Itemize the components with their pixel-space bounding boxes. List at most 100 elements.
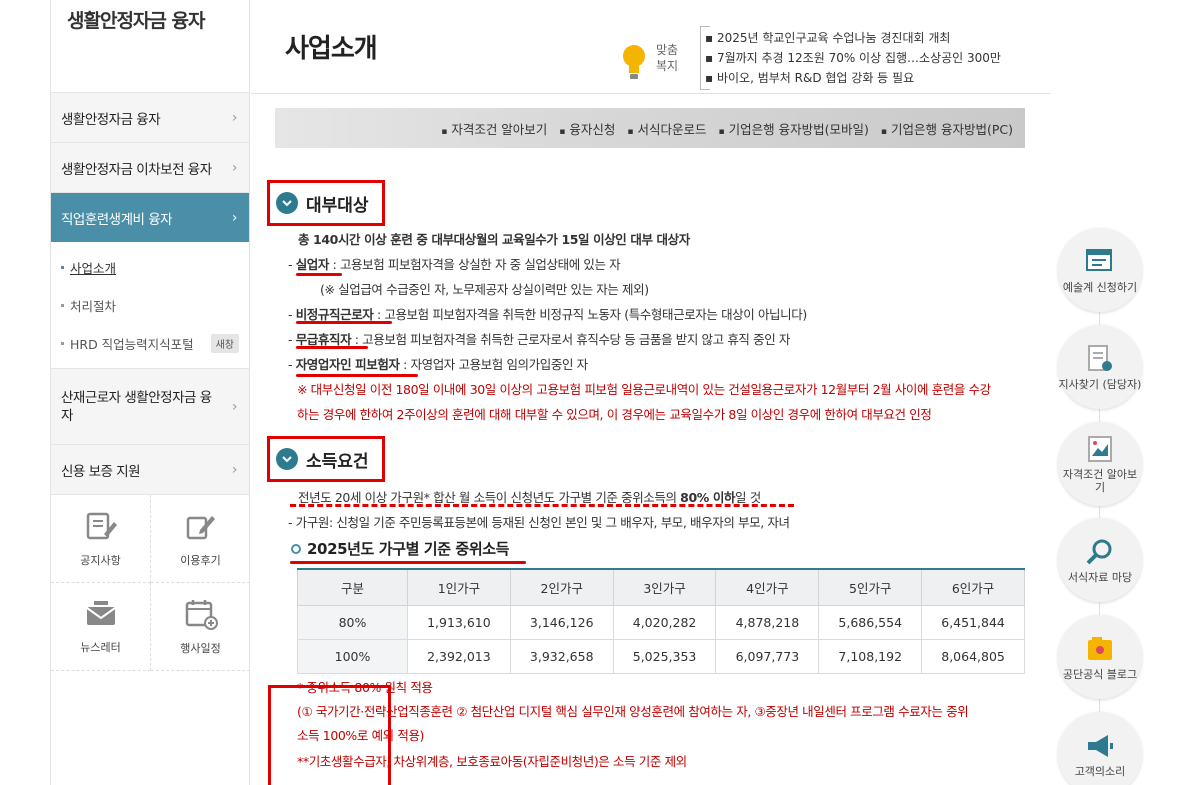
page-title: 사업소개	[285, 34, 378, 64]
chevron-right-icon: ›	[231, 398, 238, 415]
income-note-2: (① 국가기간·전략산업직종훈련 ② 첨단산업 디지털 핵심 실무인재 양성훈련…	[297, 704, 969, 719]
tab-apply[interactable]: 융자신청	[559, 119, 615, 138]
table-header: 4인가구	[715, 568, 820, 606]
highlight-dashed-underline	[290, 504, 794, 507]
bullet-icon	[61, 265, 64, 269]
bullet-icon	[61, 303, 64, 307]
table-header: 6인가구	[921, 568, 1025, 606]
highlight-underline	[296, 321, 392, 324]
household-definition: - 가구원: 신청일 기준 주민등록표등본에 등재된 신청인 본인 및 그 배우…	[288, 515, 790, 530]
float-branch-find[interactable]: 지사찾기 (담당자)	[1058, 325, 1142, 409]
review-icon	[186, 515, 215, 539]
table-cell: 8,064,805	[921, 638, 1025, 674]
loan-target-red-note-2: 하는 경우에 한하여 2주이상의 훈련에 대해 대부할 수 있으며, 이 경우에…	[297, 407, 932, 422]
bullet-icon	[61, 341, 64, 345]
quick-review[interactable]: 이용후기	[151, 495, 250, 583]
sidebar-sub-process[interactable]: 처리절차	[51, 286, 249, 324]
table-cell: 80%	[297, 604, 408, 640]
highlight-underline	[296, 346, 368, 349]
form-search-icon	[1086, 539, 1112, 564]
tab-ibk-pc[interactable]: 기업은행 융자방법(PC)	[881, 119, 1013, 138]
float-art-apply[interactable]: 예술계 신청하기	[1058, 228, 1142, 312]
news-label: 맞춤 복지	[655, 43, 679, 73]
circle-bullet-icon	[291, 544, 301, 554]
tab-forms[interactable]: 서식다운로드	[627, 119, 707, 138]
table-cell: 6,451,844	[921, 604, 1025, 640]
art-apply-icon	[1086, 248, 1112, 271]
section-loan-target-heading: 대부대상	[267, 180, 385, 226]
table-header: 3인가구	[612, 568, 717, 606]
table-row: 80% 1,913,610 3,146,126 4,020,282 4,878,…	[297, 604, 1025, 640]
newsletter-icon	[85, 600, 116, 625]
quick-links: 공지사항 이용후기 뉴스레터 행사일정	[51, 494, 250, 671]
sidebar-item-interest-support[interactable]: 생활안정자금 이차보전 융자 ›	[51, 142, 249, 192]
new-window-badge: 새창	[210, 334, 239, 353]
float-connector	[1099, 230, 1100, 785]
table-header: 구분	[297, 568, 408, 606]
highlight-underline	[290, 561, 526, 564]
table-row: 100% 2,392,013 3,932,658 5,025,353 6,097…	[297, 638, 1025, 674]
tab-ibk-mobile[interactable]: 기업은행 융자방법(모바일)	[719, 119, 869, 138]
median-income-subtitle: 2025년도 가구별 기준 중위소득	[291, 538, 509, 559]
sidebar-title: 생활안정자금 융자	[67, 10, 205, 32]
highlight-underline	[296, 374, 418, 377]
table-cell: 7,108,192	[818, 638, 923, 674]
sidebar-sub-intro[interactable]: 사업소개	[51, 248, 249, 286]
table-header-row: 구분 1인가구 2인가구 3인가구 4인가구 5인가구 6인가구	[297, 568, 1025, 606]
chevron-down-icon	[276, 448, 298, 470]
table-cell: 4,878,218	[715, 604, 820, 640]
table-cell: 5,025,353	[612, 638, 717, 674]
megaphone-icon	[1088, 734, 1113, 757]
news-item[interactable]: ▪ 바이오, 범부처 R&D 협업 강화 등 필요	[705, 68, 1001, 88]
news-list: ▪ 2025년 학교인구교육 수업나눔 경진대회 개최 ▪ 7월까지 추경 12…	[705, 28, 1001, 88]
sidebar-item-living-loan[interactable]: 생활안정자금 융자 ›	[51, 92, 249, 142]
branch-find-icon	[1088, 344, 1112, 371]
table-cell: 4,020,282	[612, 604, 717, 640]
float-customer-voice[interactable]: 고객의소리	[1058, 712, 1142, 785]
table-cell: 3,932,658	[509, 638, 614, 674]
table-cell: 3,146,126	[509, 604, 614, 640]
loan-target-red-note-1: ※ 대부신청일 이전 180일 이내에 30일 이상의 고용보험 피보험 일용근…	[297, 382, 991, 397]
section-income-heading: 소득요건	[267, 436, 385, 482]
quick-newsletter[interactable]: 뉴스레터	[51, 583, 151, 671]
float-eligibility[interactable]: 자격조건 알아보기	[1058, 422, 1142, 506]
float-blog[interactable]: 공단공식 블로그	[1058, 615, 1142, 699]
loan-target-intro: 총 140시간 이상 훈련 중 대부대상월의 교육일수가 15일 이상인 대부 …	[298, 232, 690, 247]
news-ticker: 맞춤 복지 ▪ 2025년 학교인구교육 수업나눔 경진대회 개최 ▪ 7월까지…	[615, 24, 1025, 90]
table-header: 2인가구	[509, 568, 614, 606]
quick-notice[interactable]: 공지사항	[51, 495, 151, 583]
table-cell: 5,686,554	[818, 604, 923, 640]
table-header: 1인가구	[407, 568, 511, 606]
median-income-table: 구분 1인가구 2인가구 3인가구 4인가구 5인가구 6인가구 80% 1,9…	[297, 568, 1025, 674]
chevron-down-icon	[276, 192, 298, 214]
table-cell: 1,913,610	[407, 604, 511, 640]
target-unemployed: - 실업자 : 고용보험 피보험자격을 상실한 자 중 실업상태에 있는 자	[288, 257, 621, 272]
target-self-employed: - 자영업자인 피보험자 : 자영업자 고용보험 임의가입중인 자	[288, 357, 588, 372]
quick-calendar[interactable]: 행사일정	[151, 583, 250, 671]
target-unemployed-note: (※ 실업급여 수급중인 자, 노무제공자 상실이력만 있는 자는 제외)	[320, 282, 649, 297]
sidebar-item-training-loan[interactable]: 직업훈련생계비 융자 ›	[51, 192, 249, 242]
notice-icon	[86, 512, 117, 539]
sidebar-item-credit-guarantee[interactable]: 신용 보증 지원 ›	[51, 444, 249, 494]
chevron-right-icon: ›	[231, 209, 238, 226]
sidebar-item-industrial-accident-loan[interactable]: 산재근로자 생활안정자금 융자 ›	[51, 368, 249, 444]
chevron-right-icon: ›	[231, 109, 238, 126]
eligibility-icon	[1088, 436, 1112, 462]
highlight-box	[268, 685, 391, 785]
sidebar-sub-hrd-portal[interactable]: HRD 직업능력지식포털 새창	[51, 324, 249, 362]
chevron-right-icon: ›	[231, 159, 238, 176]
table-cell: 2,392,013	[407, 638, 511, 674]
page-root: 생활안정자금 융자 생활안정자금 융자 › 생활안정자금 이차보전 융자 › 직업훈…	[0, 0, 1184, 785]
blog-icon	[1088, 636, 1112, 660]
header-divider	[251, 93, 1051, 94]
news-item[interactable]: ▪ 2025년 학교인구교육 수업나눔 경진대회 개최	[705, 28, 1001, 48]
tab-eligibility[interactable]: 자격조건 알아보기	[441, 119, 547, 138]
news-item[interactable]: ▪ 7월까지 추경 12조원 70% 이상 집행…소상공인 300만	[705, 48, 1001, 68]
float-form-search[interactable]: 서식자료 마당	[1058, 518, 1142, 602]
chevron-right-icon: ›	[231, 461, 238, 478]
table-header: 5인가구	[818, 568, 923, 606]
content-tabbar: 자격조건 알아보기 융자신청 서식다운로드 기업은행 융자방법(모바일) 기업은…	[275, 108, 1025, 148]
lightbulb-icon	[623, 45, 645, 79]
highlight-underline	[296, 273, 342, 276]
table-cell: 100%	[297, 638, 408, 674]
